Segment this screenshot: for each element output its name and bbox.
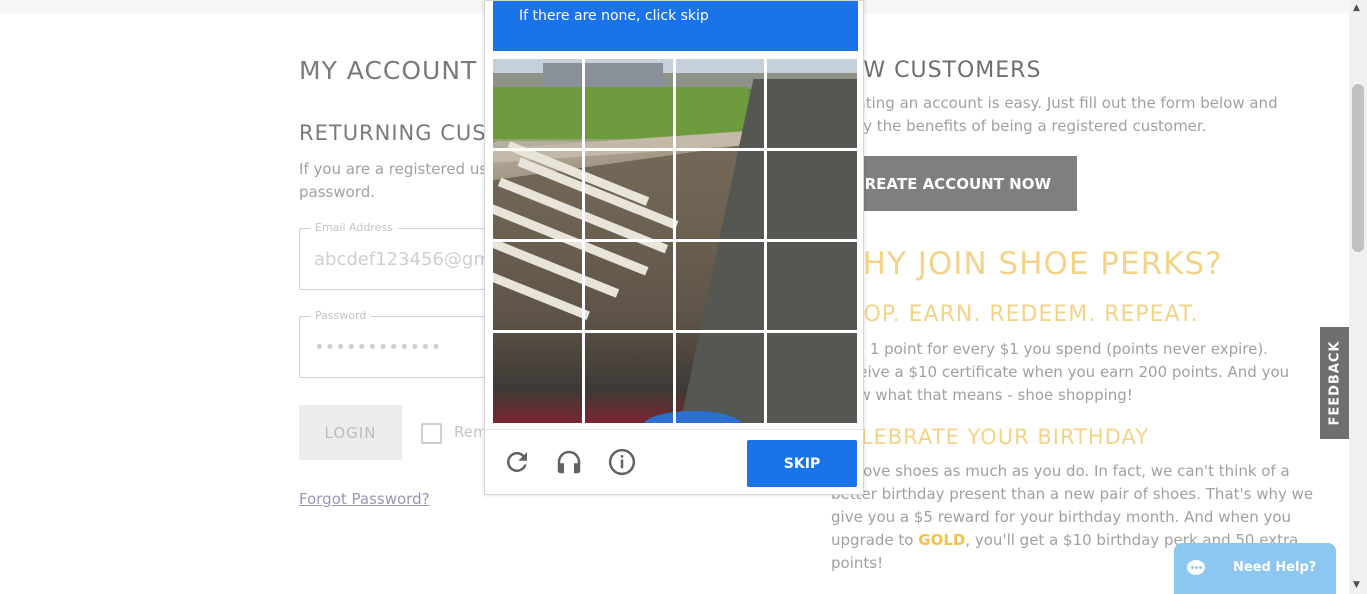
password-field-label: Password <box>310 309 372 322</box>
captcha-tile[interactable] <box>767 59 857 148</box>
captcha-tile[interactable] <box>585 333 673 423</box>
captcha-tile[interactable] <box>493 151 582 239</box>
captcha-tile[interactable] <box>676 333 764 423</box>
scroll-up-arrow-icon[interactable]: ▲ <box>1353 3 1360 13</box>
why-join-heading: WHY JOIN SHOE PERKS? <box>831 246 1223 282</box>
scrollbar-thumb[interactable] <box>1352 84 1364 252</box>
captcha-challenge: If there are none, click skip SKIP <box>484 0 864 495</box>
captcha-tile[interactable] <box>585 151 673 239</box>
headphones-icon[interactable] <box>554 447 586 479</box>
scroll-down-arrow-icon[interactable]: ▼ <box>1353 580 1360 590</box>
login-button[interactable]: LOGIN <box>299 405 402 460</box>
captcha-header: If there are none, click skip <box>493 1 858 51</box>
captcha-tile[interactable] <box>676 151 764 239</box>
captcha-tile[interactable] <box>585 59 673 148</box>
reload-icon[interactable] <box>502 447 534 479</box>
need-help-button[interactable]: Need Help? <box>1174 543 1336 594</box>
email-field-label: Email Address <box>310 221 398 234</box>
gold-label: GOLD <box>918 531 966 549</box>
captcha-tile[interactable] <box>676 59 764 148</box>
page-title: MY ACCOUNT <box>299 56 478 85</box>
create-account-button[interactable]: CREATE ACCOUNT NOW <box>831 156 1077 211</box>
captcha-tile[interactable] <box>585 242 673 330</box>
captcha-tile[interactable] <box>493 59 582 148</box>
captcha-tile[interactable] <box>767 151 857 239</box>
captcha-image-grid <box>493 59 857 423</box>
birthday-heading: CELEBRATE YOUR BIRTHDAY <box>831 425 1150 449</box>
new-customers-text: Creating an account is easy. Just fill o… <box>831 94 1278 135</box>
captcha-tile[interactable] <box>676 242 764 330</box>
chat-bubble-icon <box>1187 560 1205 575</box>
need-help-label: Need Help? <box>1233 560 1317 575</box>
remember-me-checkbox[interactable] <box>421 423 442 444</box>
captcha-instruction: If there are none, click skip <box>519 8 709 24</box>
feedback-label: FEEDBACK <box>1327 340 1342 426</box>
forgot-password-link[interactable]: Forgot Password? <box>299 490 430 508</box>
shop-earn-heading: SHOP. EARN. REDEEM. REPEAT. <box>831 302 1199 327</box>
captcha-tile[interactable] <box>767 242 857 330</box>
feedback-tab[interactable]: FEEDBACK <box>1320 327 1349 439</box>
captcha-tile[interactable] <box>493 242 582 330</box>
captcha-tile[interactable] <box>767 333 857 423</box>
page-scrollbar[interactable]: ▲ ▼ <box>1349 0 1367 594</box>
captcha-footer: SKIP <box>485 429 863 496</box>
captcha-tile[interactable] <box>493 333 582 423</box>
info-icon[interactable] <box>607 447 639 479</box>
skip-button[interactable]: SKIP <box>747 440 857 487</box>
points-text: Earn 1 point for every $1 you spend (poi… <box>831 340 1290 404</box>
